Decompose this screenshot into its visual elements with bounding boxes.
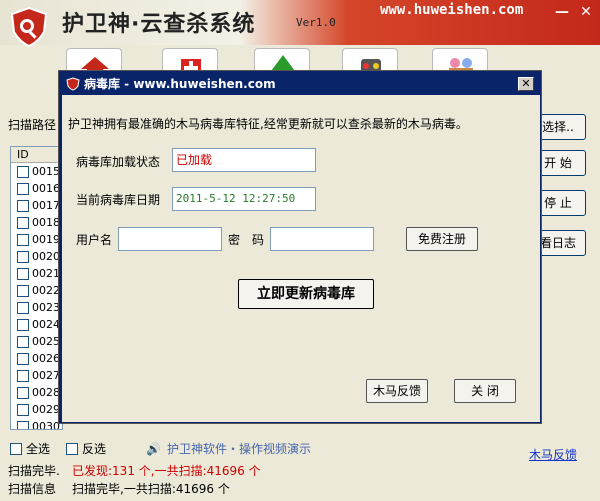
list-item[interactable]: 0027 xyxy=(11,367,62,384)
row-id: 0022 xyxy=(32,284,60,297)
row-id: 0029 xyxy=(32,403,60,416)
row-checkbox[interactable] xyxy=(17,250,29,263)
username-input[interactable] xyxy=(118,227,222,251)
status1-value: 已发现:131 个,一共扫描:41696 个 xyxy=(72,464,261,478)
row-id: 0016 xyxy=(32,182,60,195)
row-id: 0015 xyxy=(32,165,60,178)
dialog-title: 病毒库 - www.huweishen.com xyxy=(84,77,276,91)
dialog-body: 护卫神拥有最准确的木马病毒库特征,经常更新就可以查杀最新的木马病毒。 病毒库加载… xyxy=(62,95,540,422)
list-item[interactable]: 0020 xyxy=(11,248,62,265)
row-id: 0026 xyxy=(32,352,60,365)
row-checkbox[interactable] xyxy=(17,182,29,195)
shield-logo-icon xyxy=(10,6,48,48)
row-checkbox[interactable] xyxy=(17,335,29,348)
db-date-label: 当前病毒库日期 xyxy=(76,193,161,207)
dialog-close-btn[interactable]: 关 闭 xyxy=(454,379,516,403)
minimize-button[interactable]: — xyxy=(550,3,574,21)
row-id: 0027 xyxy=(32,369,60,382)
app-version: Ver1.0 xyxy=(296,16,336,29)
app-titlebar: 护卫神·云查杀系统 Ver1.0 www.huweishen.com — ✕ xyxy=(0,0,600,48)
row-checkbox[interactable] xyxy=(17,420,29,429)
close-button[interactable]: ✕ xyxy=(574,3,598,21)
list-item[interactable]: 0015 xyxy=(11,163,62,180)
list-item[interactable]: 0019 xyxy=(11,231,62,248)
status2-label: 扫描信息 xyxy=(8,482,57,496)
list-item[interactable]: 0023 xyxy=(11,299,62,316)
list-item[interactable]: 0016 xyxy=(11,180,62,197)
row-id: 0024 xyxy=(32,318,60,331)
update-db-button[interactable]: 立即更新病毒库 xyxy=(238,279,374,309)
list-item[interactable]: 0021 xyxy=(11,265,62,282)
trojan-feedback-link[interactable]: 木马反馈 xyxy=(529,446,577,463)
list-item[interactable]: 0024 xyxy=(11,316,62,333)
password-input[interactable] xyxy=(270,227,374,251)
list-item[interactable]: 0029 xyxy=(11,401,62,418)
dialog-titlebar[interactable]: 病毒库 - www.huweishen.com ✕ xyxy=(62,74,538,94)
load-status-label: 病毒库加载状态 xyxy=(76,155,161,169)
row-id: 0019 xyxy=(32,233,60,246)
speaker-icon: 🔊 xyxy=(146,441,161,456)
free-register-button[interactable]: 免费注册 xyxy=(406,227,478,251)
status1-label: 扫描完毕. xyxy=(8,464,60,478)
list-item[interactable]: 0026 xyxy=(11,350,62,367)
row-checkbox[interactable] xyxy=(17,386,29,399)
file-list[interactable]: ID 0015 0016 0017 0018 0019 0020 0021 0022 0023 0… xyxy=(10,146,63,430)
row-id: 0020 xyxy=(32,250,60,263)
row-checkbox[interactable] xyxy=(17,318,29,331)
dialog-feedback-button[interactable]: 木马反馈 xyxy=(366,379,428,403)
row-checkbox[interactable] xyxy=(17,216,29,229)
row-checkbox[interactable] xyxy=(17,403,29,416)
row-id: 0030 xyxy=(32,420,60,430)
password-label: 密 码 xyxy=(228,233,265,247)
dialog-description: 护卫神拥有最准确的木马病毒库特征,经常更新就可以查杀最新的木马病毒。 xyxy=(68,117,468,131)
status2-value: 扫描完毕,一共扫描:41696 个 xyxy=(72,482,230,496)
shield-icon xyxy=(66,77,80,91)
row-checkbox[interactable] xyxy=(17,352,29,365)
row-checkbox[interactable] xyxy=(17,165,29,178)
select-all-label: 全选 xyxy=(26,442,51,456)
username-label: 用户名 xyxy=(76,233,113,247)
list-item[interactable]: 0022 xyxy=(11,282,62,299)
list-item[interactable]: 0028 xyxy=(11,384,62,401)
row-id: 0025 xyxy=(32,335,60,348)
row-checkbox[interactable] xyxy=(17,233,29,246)
db-date-value: 2011-5-12 12:27:50 xyxy=(172,187,316,211)
virus-db-dialog: 病毒库 - www.huweishen.com ✕ 护卫神拥有最准确的木马病毒库… xyxy=(58,70,542,424)
list-item[interactable]: 0018 xyxy=(11,214,62,231)
list-header: ID xyxy=(11,147,62,163)
app-title: 护卫神·云查杀系统 xyxy=(62,12,256,37)
row-id: 0023 xyxy=(32,301,60,314)
dialog-close-button[interactable]: ✕ xyxy=(518,77,534,91)
row-checkbox[interactable] xyxy=(17,301,29,314)
list-item[interactable]: 0025 xyxy=(11,333,62,350)
row-checkbox[interactable] xyxy=(17,199,29,212)
app-url[interactable]: www.huweishen.com xyxy=(380,2,523,18)
row-checkbox[interactable] xyxy=(17,267,29,280)
row-id: 0028 xyxy=(32,386,60,399)
invert-label: 反选 xyxy=(82,442,107,456)
software-link[interactable]: 护卫神软件・操作视频演示 xyxy=(167,440,311,457)
row-id: 0018 xyxy=(32,216,60,229)
row-id: 0021 xyxy=(32,267,60,280)
select-all-checkbox[interactable] xyxy=(10,442,22,455)
row-id: 0017 xyxy=(32,199,60,212)
invert-checkbox[interactable] xyxy=(66,442,78,455)
list-item[interactable]: 0017 xyxy=(11,197,62,214)
row-checkbox[interactable] xyxy=(17,369,29,382)
row-checkbox[interactable] xyxy=(17,284,29,297)
scan-path-label: 扫描路径 xyxy=(8,118,57,132)
load-status-value: 已加载 xyxy=(172,148,316,172)
list-item[interactable]: 0030 xyxy=(11,418,62,430)
